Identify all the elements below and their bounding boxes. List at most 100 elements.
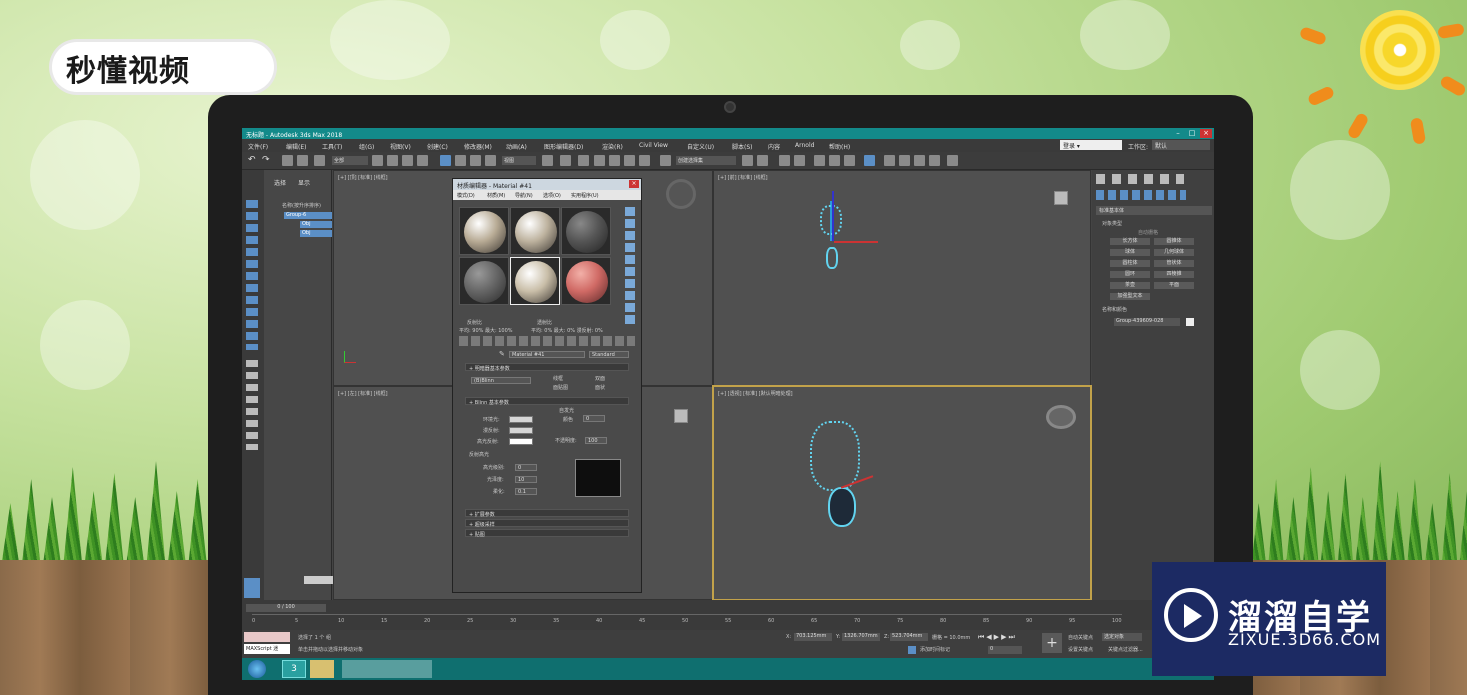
add-time-tag[interactable]: 添加时间标记 — [920, 646, 950, 653]
select-object-icon[interactable] — [372, 155, 383, 166]
render-iterative-icon[interactable] — [914, 155, 925, 166]
material-slot[interactable] — [510, 207, 560, 255]
rendered-frame-window-icon[interactable] — [884, 155, 895, 166]
vase-object[interactable] — [828, 487, 856, 527]
btn-textplus[interactable]: 加强型文本 — [1110, 293, 1150, 300]
branch-object[interactable] — [810, 421, 860, 491]
spinner-snap-icon[interactable] — [639, 155, 650, 166]
timeline-ruler[interactable]: 0 5 10 15 20 25 30 35 40 45 50 55 60 65 70 75 80 85 90 95 10… — [252, 614, 1122, 628]
reference-coord-select[interactable]: 视图 — [502, 156, 536, 165]
rollout-extended-params[interactable]: + 扩展参数 — [465, 509, 629, 518]
rectangle-selection-icon[interactable] — [402, 155, 413, 166]
start-button-icon[interactable] — [248, 660, 266, 678]
select-by-name-icon[interactable] — [387, 155, 398, 166]
set-key-icon[interactable]: + — [1042, 633, 1062, 653]
undo-icon[interactable]: ↶ — [248, 155, 259, 166]
toggle-ribbon-icon[interactable] — [794, 155, 805, 166]
mat-menu-options[interactable]: 选项(O) — [543, 192, 561, 199]
key-mode-select[interactable]: 选定对象 — [1102, 633, 1142, 641]
redo-icon[interactable]: ↷ — [262, 155, 273, 166]
mat-menu-modes[interactable]: 模式(D) — [457, 192, 475, 199]
viewcube-icon[interactable] — [666, 179, 696, 209]
mat-menu-utilities[interactable]: 实用程序(U) — [571, 192, 599, 199]
named-selection-set-select[interactable]: 创建选择集 — [676, 156, 736, 165]
self-illum-value[interactable]: 0 — [583, 415, 605, 422]
maxscript-listener-pink[interactable] — [244, 632, 290, 642]
set-key-button[interactable]: 设置关键点 — [1068, 646, 1093, 653]
checkbox-2sided[interactable]: 双面 — [595, 375, 605, 382]
open-autodesk-icon[interactable] — [947, 155, 958, 166]
btn-cone[interactable]: 圆锥体 — [1154, 238, 1194, 245]
menu-views[interactable]: 视图(V) — [390, 142, 411, 151]
btn-teapot[interactable]: 茶壶 — [1110, 282, 1150, 289]
shader-type-select[interactable]: (B)Blinn — [471, 377, 531, 384]
render-setup-icon[interactable] — [864, 155, 875, 166]
material-editor-close-button[interactable]: × — [629, 180, 639, 188]
menu-animation[interactable]: 动画(A) — [506, 142, 527, 151]
viewcube-icon[interactable] — [1054, 191, 1068, 205]
folder-taskbar-icon[interactable] — [310, 660, 334, 678]
minimize-button[interactable]: – — [1172, 129, 1184, 138]
curve-editor-icon[interactable] — [814, 155, 825, 166]
x-axis-gizmo[interactable] — [834, 241, 878, 243]
checkbox-wire[interactable]: 线框 — [553, 375, 563, 382]
viewcube-icon[interactable] — [1046, 405, 1076, 429]
btn-plane[interactable]: 平面 — [1154, 282, 1194, 289]
material-slot[interactable] — [459, 207, 509, 255]
ambient-color-swatch[interactable] — [509, 416, 533, 423]
menu-help[interactable]: 帮助(H) — [829, 142, 850, 151]
menu-civil-view[interactable]: Civil View — [639, 142, 668, 149]
btn-cylinder[interactable]: 圆柱体 — [1110, 260, 1150, 267]
rollout-supersampling[interactable]: + 超级采样 — [465, 519, 629, 528]
select-manipulate-icon[interactable] — [560, 155, 571, 166]
key-filters-button[interactable]: 关键点过滤器... — [1108, 646, 1143, 653]
layer-explorer-icon[interactable] — [779, 155, 790, 166]
mat-menu-navigation[interactable]: 导航(N) — [515, 192, 533, 199]
menu-edit[interactable]: 编辑(E) — [286, 142, 306, 151]
maxscript-mini-listener[interactable]: MAXScript 迷 — [244, 644, 290, 654]
selection-filter-select[interactable]: 全部 — [332, 156, 368, 165]
material-bottom-tools[interactable] — [459, 336, 635, 346]
angle-snap-icon[interactable] — [609, 155, 620, 166]
keyboard-shortcut-icon[interactable] — [578, 155, 589, 166]
playback-controls-icon[interactable]: ⏮◀▶▶⏭ — [978, 633, 1042, 643]
menu-tools[interactable]: 工具(T) — [322, 142, 342, 151]
btn-pyramid[interactable]: 四棱锥 — [1154, 271, 1194, 278]
glossiness-value[interactable]: 10 — [515, 476, 537, 483]
material-slot-active[interactable] — [510, 257, 560, 305]
time-slider[interactable]: 0 / 100 — [246, 604, 326, 612]
menu-content[interactable]: 内容 — [768, 142, 780, 151]
object-name-input[interactable]: Group-439609-028 — [1114, 318, 1180, 326]
material-slot[interactable] — [561, 257, 611, 305]
window-crossing-icon[interactable] — [417, 155, 428, 166]
opacity-value[interactable]: 100 — [585, 437, 607, 444]
btn-torus[interactable]: 圆环 — [1110, 271, 1150, 278]
mat-menu-material[interactable]: 材质(M) — [487, 192, 505, 199]
maximize-button[interactable]: □ — [1186, 129, 1198, 138]
checkbox-face-map[interactable]: 面贴图 — [553, 384, 568, 391]
scene-item-obj[interactable]: Obj — [300, 221, 332, 228]
scene-item-obj[interactable]: Obj — [300, 230, 332, 237]
menu-file[interactable]: 文件(F) — [248, 142, 268, 151]
specular-level-value[interactable]: 0 — [515, 464, 537, 471]
link-icon[interactable] — [282, 155, 293, 166]
material-slot[interactable] — [459, 257, 509, 305]
material-side-tools[interactable] — [625, 207, 635, 327]
select-and-move-icon[interactable] — [440, 155, 451, 166]
primitive-type-select[interactable]: 标准基本体 — [1096, 206, 1212, 215]
command-panel-tabs[interactable] — [1096, 174, 1184, 184]
menu-arnold[interactable]: Arnold — [795, 142, 814, 149]
percent-snap-icon[interactable] — [624, 155, 635, 166]
rollout-blinn-basic[interactable]: + Blinn 基本参数 — [465, 397, 629, 406]
display-filter-icon[interactable] — [246, 360, 258, 450]
mirror-icon[interactable] — [742, 155, 753, 166]
menu-group[interactable]: 组(G) — [359, 142, 374, 151]
scene-explorer-tools-icon[interactable] — [246, 200, 258, 350]
render-cloud-icon[interactable] — [929, 155, 940, 166]
viewcube-icon[interactable] — [674, 409, 688, 423]
specular-color-swatch[interactable] — [509, 438, 533, 445]
checkbox-faceted[interactable]: 面状 — [595, 384, 605, 391]
create-category-icons[interactable] — [1096, 190, 1186, 200]
rollout-shader-basic[interactable]: + 明暗器基本参数 — [465, 363, 629, 372]
eyedropper-icon[interactable]: ✎ — [499, 350, 505, 358]
